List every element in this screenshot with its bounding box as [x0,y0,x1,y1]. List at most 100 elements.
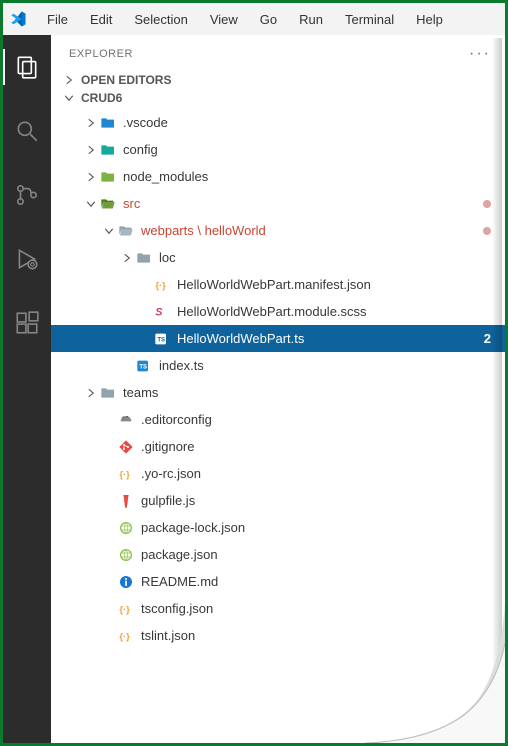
tree-item-label: webparts \ helloWorld [141,223,266,238]
tree-item-label: HelloWorldWebPart.manifest.json [177,277,371,292]
chevron-down-icon[interactable] [103,225,117,237]
chevron-right-icon[interactable] [121,252,135,264]
tree-row[interactable]: src [51,190,505,217]
tree-row[interactable]: loc [51,244,505,271]
tree-row[interactable]: gulpfile.js [51,487,505,514]
menu-run[interactable]: Run [289,8,333,31]
tree-item-label: config [123,142,158,157]
tree-item-label: src [123,196,140,211]
menu-help[interactable]: Help [406,8,453,31]
tree-row[interactable]: {·} tslint.json [51,622,505,649]
tree-row[interactable]: README.md [51,568,505,595]
folder-icon [99,384,117,402]
tree-item-label: loc [159,250,176,265]
chevron-right-icon [63,74,77,86]
ts-icon: TS [153,330,171,348]
source-control-icon[interactable] [3,173,51,217]
gulp-icon [117,492,135,510]
menu-edit[interactable]: Edit [80,8,122,31]
tree-row[interactable]: SHelloWorldWebPart.module.scss [51,298,505,325]
svg-text:TS: TS [157,337,165,343]
tree-row[interactable]: teams [51,379,505,406]
modified-dot-icon [483,200,491,208]
folder-icon [135,249,153,267]
tree-row[interactable]: .editorconfig [51,406,505,433]
menu-selection[interactable]: Selection [124,8,197,31]
folder-vscode-icon [99,114,117,132]
file-tree: .vscode config node_modulessrcwebparts \ h… [51,107,505,657]
chevron-down-icon[interactable] [85,198,99,210]
explorer-sidebar: EXPLORER ··· OPEN EDITORS CRUD6 .vscode c… [51,35,505,743]
explorer-icon[interactable] [3,45,51,89]
svg-text:S: S [155,306,162,318]
chevron-right-icon[interactable] [85,387,99,399]
search-icon[interactable] [3,109,51,153]
tree-item-label: .editorconfig [141,412,212,427]
menu-go[interactable]: Go [250,8,287,31]
tree-row[interactable]: node_modules [51,163,505,190]
scss-icon: S [153,303,171,321]
folder-src-icon [99,195,117,213]
menu-view[interactable]: View [200,8,248,31]
folder-open-icon [117,222,135,240]
section-project[interactable]: CRUD6 [51,89,505,107]
tree-item-label: node_modules [123,169,208,184]
tree-row[interactable]: .vscode [51,109,505,136]
section-open-editors[interactable]: OPEN EDITORS [51,71,505,89]
tree-item-label: .vscode [123,115,168,130]
tree-row[interactable]: .gitignore [51,433,505,460]
tree-item-label: .gitignore [141,439,194,454]
tree-row[interactable]: webparts \ helloWorld [51,217,505,244]
menu-file[interactable]: File [37,8,78,31]
svg-text:{·}: {·} [155,280,166,290]
tree-item-label: package-lock.json [141,520,245,535]
problems-badge: 2 [484,331,491,346]
run-debug-icon[interactable] [3,237,51,281]
json-icon: {·} [117,465,135,483]
git-icon [117,438,135,456]
menu-terminal[interactable]: Terminal [335,8,404,31]
tree-row[interactable]: TS HelloWorldWebPart.ts 2 [51,325,505,352]
tree-item-label: teams [123,385,158,400]
tree-row[interactable]: package.json [51,541,505,568]
npm-icon [117,546,135,564]
tree-row[interactable]: {·} tsconfig.json [51,595,505,622]
activity-bar [3,35,51,743]
tree-item-label: README.md [141,574,218,589]
extensions-icon[interactable] [3,301,51,345]
svg-text:{·}: {·} [119,469,130,479]
chevron-right-icon[interactable] [85,117,99,129]
svg-text:TS: TS [139,364,147,370]
tree-row[interactable]: TS index.ts [51,352,505,379]
tree-row[interactable]: config [51,136,505,163]
explorer-title: EXPLORER [69,48,133,60]
open-editors-label: OPEN EDITORS [81,73,171,87]
tree-item-label: gulpfile.js [141,493,195,508]
project-name: CRUD6 [81,91,122,105]
tree-item-label: tslint.json [141,628,195,643]
npm-icon [117,519,135,537]
json-icon: {·} [117,627,135,645]
folder-node-icon [99,168,117,186]
tree-item-label: tsconfig.json [141,601,213,616]
more-actions-icon[interactable]: ··· [469,45,491,63]
tree-row[interactable]: {·} .yo-rc.json [51,460,505,487]
editorconfig-icon [117,411,135,429]
tree-item-label: .yo-rc.json [141,466,201,481]
ts-icon: TS [135,357,153,375]
tree-row[interactable]: package-lock.json [51,514,505,541]
svg-text:{·}: {·} [119,604,130,614]
svg-text:{·}: {·} [119,631,130,641]
chevron-right-icon[interactable] [85,171,99,183]
json-icon: {·} [117,600,135,618]
info-icon [117,573,135,591]
vscode-logo-icon [9,10,27,28]
chevron-down-icon [63,92,77,104]
chevron-right-icon[interactable] [85,144,99,156]
tree-row[interactable]: {·} HelloWorldWebPart.manifest.json [51,271,505,298]
menubar: File Edit Selection View Go Run Terminal… [3,3,505,35]
tree-item-label: HelloWorldWebPart.ts [177,331,304,346]
tree-item-label: index.ts [159,358,204,373]
tree-item-label: package.json [141,547,218,562]
folder-config-icon [99,141,117,159]
